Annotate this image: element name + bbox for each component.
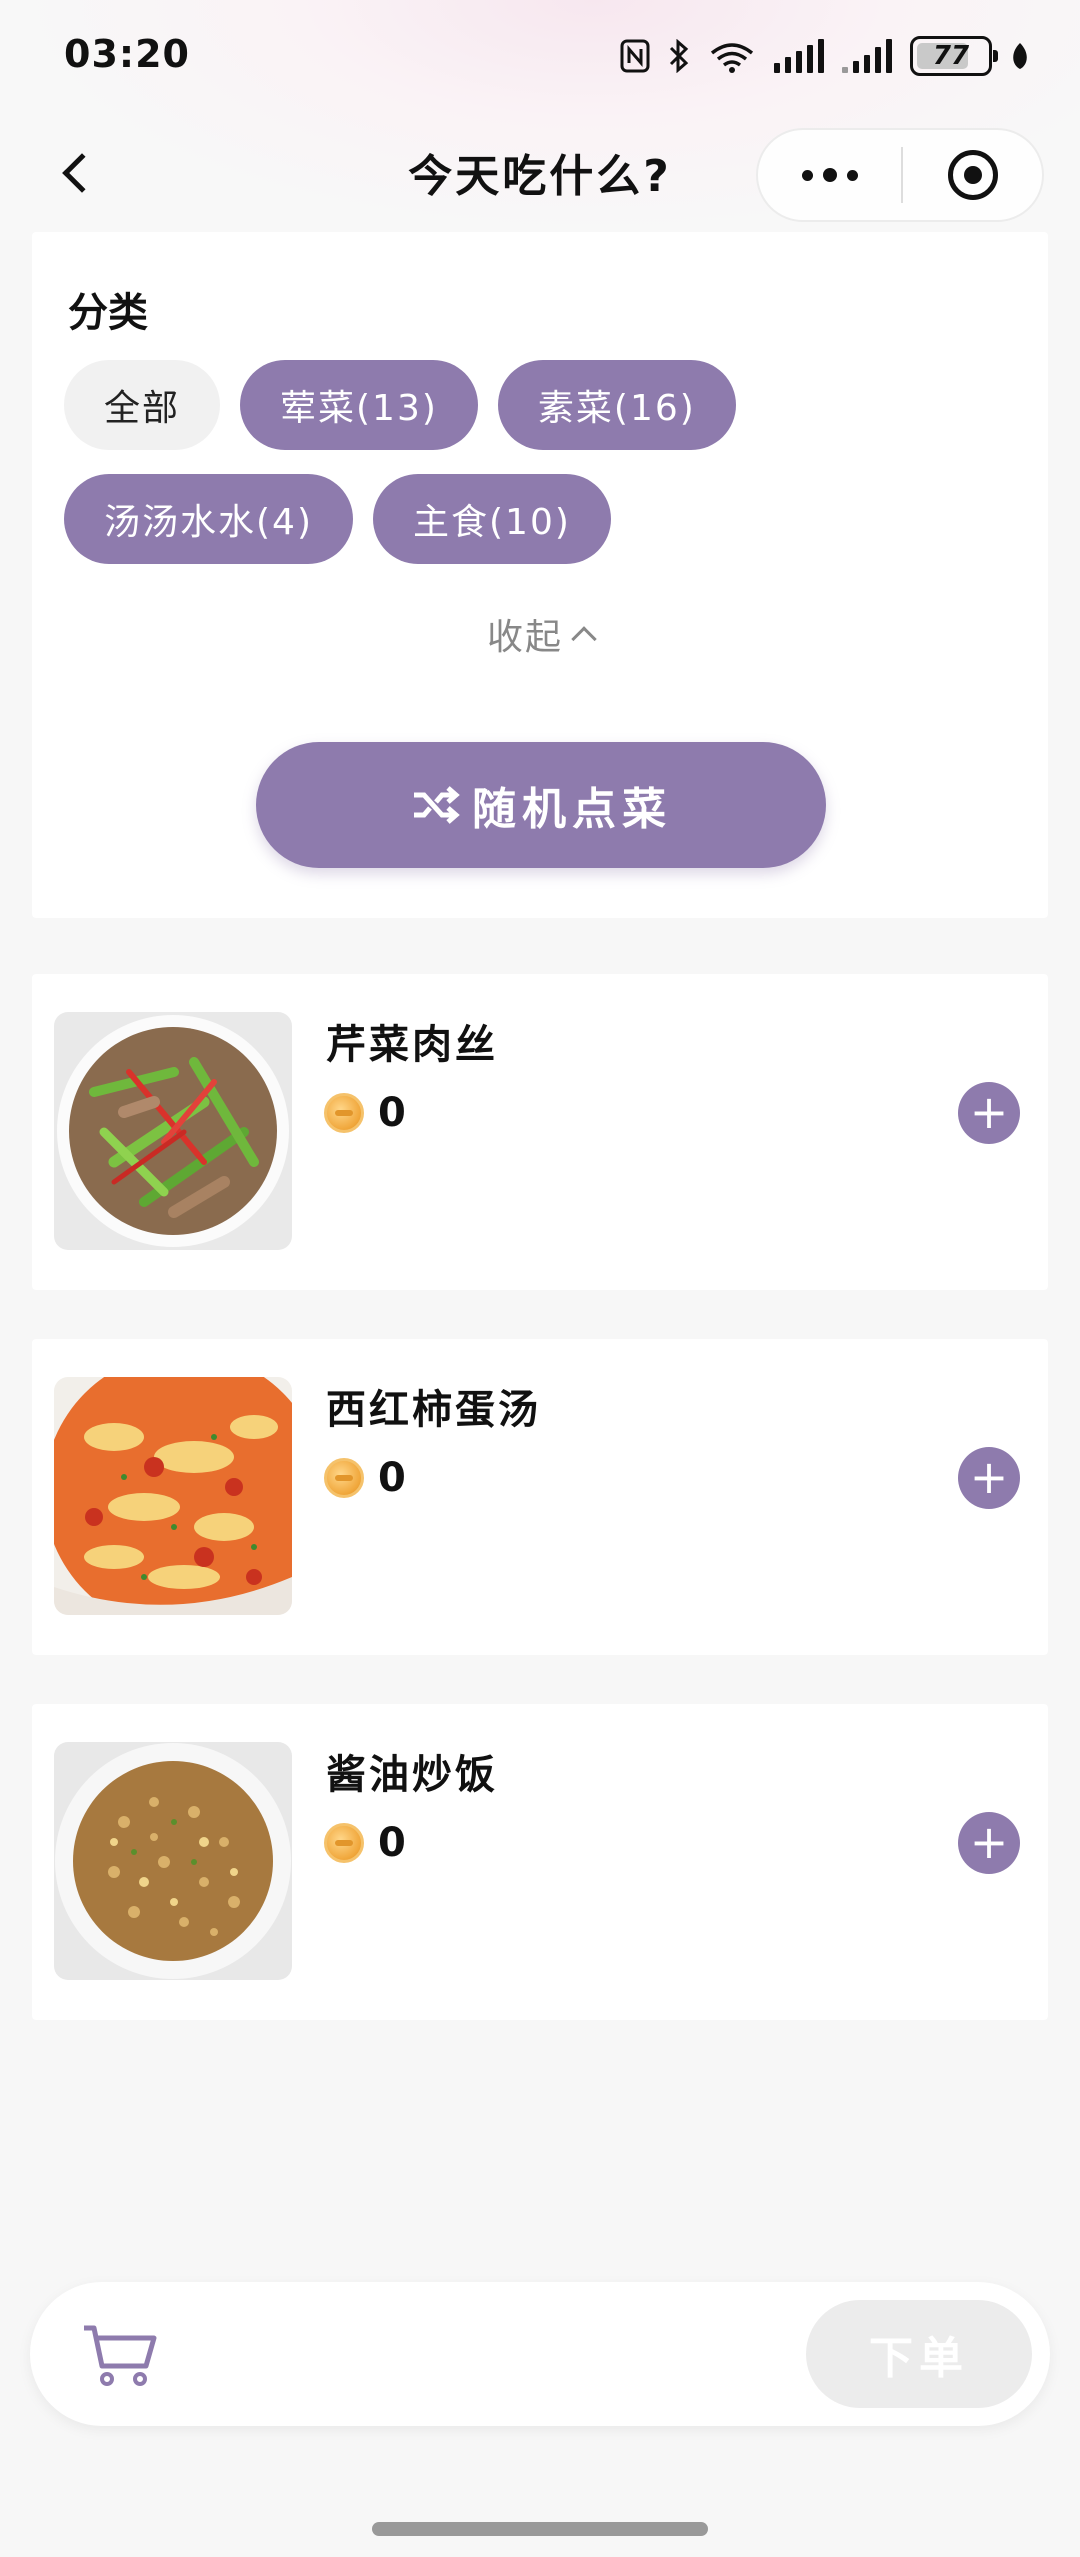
chip-staple[interactable]: 主食(10) — [373, 474, 611, 564]
dish-card: 酱油炒饭 0 + — [32, 1704, 1048, 2020]
add-to-cart-button[interactable]: + — [958, 1082, 1020, 1144]
add-to-cart-button[interactable]: + — [958, 1447, 1020, 1509]
add-to-cart-button[interactable]: + — [958, 1812, 1020, 1874]
page: 03:20 77 今天吃什么? 分类 全部 荤菜(13) 素菜(16) 汤汤水水… — [0, 0, 1080, 2557]
dish-name: 芹菜肉丝 — [326, 1022, 498, 1068]
dish-card: 西红柿蛋汤 0 + — [32, 1339, 1048, 1655]
mini-program-capsule — [756, 128, 1044, 222]
leaf-icon — [1013, 43, 1027, 69]
random-order-button[interactable]: 随机点菜 — [256, 742, 826, 868]
status-icons: 77 — [620, 34, 1030, 78]
category-title: 分类 — [68, 290, 148, 336]
dish-image — [54, 1742, 292, 1980]
price-row: 0 — [324, 1090, 406, 1136]
chip-all[interactable]: 全部 — [64, 360, 221, 450]
chip-meat[interactable]: 荤菜(13) — [240, 360, 478, 450]
coin-icon — [324, 1458, 364, 1498]
dish-image — [54, 1012, 292, 1250]
chip-soup[interactable]: 汤汤水水(4) — [64, 474, 353, 564]
random-order-label: 随机点菜 — [472, 784, 672, 835]
more-button[interactable] — [758, 130, 901, 220]
dish-price: 0 — [378, 1455, 406, 1501]
place-order-button[interactable]: 下单 — [806, 2300, 1032, 2408]
battery-level: 77 — [932, 41, 970, 71]
nfc-icon — [620, 39, 650, 73]
chevron-up-icon — [571, 626, 597, 652]
status-time: 03:20 — [64, 32, 190, 76]
cart-icon[interactable] — [80, 2320, 160, 2390]
collapse-label: 收起 — [486, 617, 563, 658]
chip-vegetable[interactable]: 素菜(16) — [497, 360, 736, 450]
bluetooth-icon — [669, 39, 689, 73]
dish-card: 芹菜肉丝 0 + — [32, 974, 1048, 1290]
dish-name: 西红柿蛋汤 — [326, 1387, 541, 1433]
coin-icon — [324, 1093, 364, 1133]
status-bar: 03:20 77 — [0, 0, 1080, 110]
price-row: 0 — [324, 1455, 406, 1501]
close-mini-program-button[interactable] — [903, 130, 1042, 220]
more-dot-icon — [822, 168, 837, 182]
dish-image — [54, 1377, 292, 1615]
shuffle-icon — [414, 786, 460, 824]
nav-bar: 今天吃什么? — [0, 120, 1080, 230]
cart-bar: 下单 — [30, 2282, 1050, 2426]
dish-price: 0 — [378, 1090, 406, 1136]
signal-2-icon — [842, 39, 892, 73]
signal-icon — [774, 39, 824, 73]
price-row: 0 — [324, 1820, 406, 1866]
home-indicator[interactable] — [372, 2522, 708, 2536]
dish-price: 0 — [378, 1820, 406, 1866]
more-dot-icon — [801, 169, 813, 181]
battery-icon: 77 — [910, 36, 998, 76]
target-icon — [947, 150, 998, 200]
wifi-6-icon — [710, 43, 754, 73]
category-card: 分类 全部 荤菜(13) 素菜(16) 汤汤水水(4) 主食(10) 收起 随机… — [32, 232, 1048, 918]
more-dot-icon — [846, 169, 858, 181]
coin-icon — [324, 1823, 364, 1863]
category-chips: 全部 荤菜(13) 素菜(16) 汤汤水水(4) 主食(10) — [64, 360, 1024, 564]
collapse-button[interactable]: 收起 — [32, 608, 1048, 660]
dish-name: 酱油炒饭 — [326, 1752, 498, 1798]
